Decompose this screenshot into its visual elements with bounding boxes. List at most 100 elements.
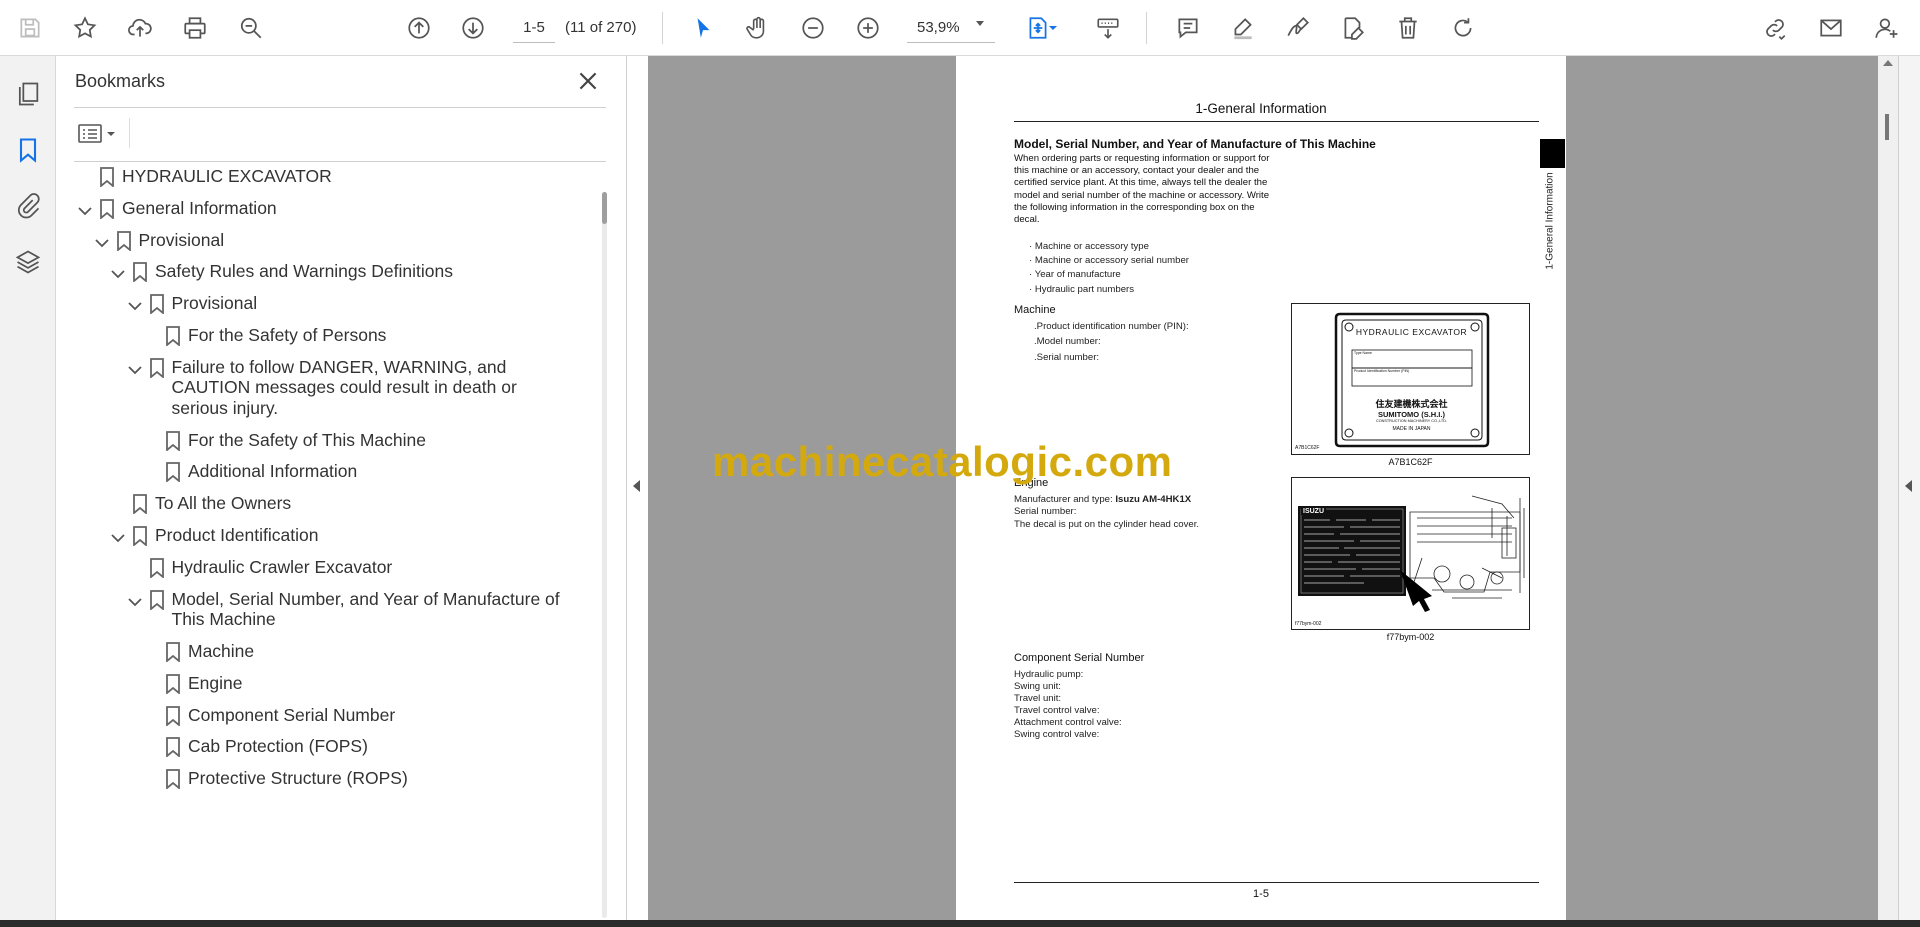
zoom-out-icon[interactable] bbox=[795, 10, 831, 46]
scroll-mode-icon[interactable] bbox=[1090, 10, 1126, 46]
page-up-icon[interactable] bbox=[401, 10, 437, 46]
bookmark-options-button[interactable] bbox=[75, 120, 123, 148]
component-line: Travel unit: bbox=[1014, 693, 1062, 704]
bookmark-icon bbox=[165, 673, 181, 695]
highlight-icon[interactable] bbox=[1225, 10, 1261, 46]
toolbar-separator bbox=[1146, 12, 1147, 44]
bookmark-icon bbox=[149, 589, 165, 611]
bookmark-icon[interactable] bbox=[12, 134, 44, 166]
navigation-rail bbox=[0, 56, 56, 927]
bookmark-label: Cab Protection (FOPS) bbox=[188, 736, 368, 757]
machine-line: .Model number: bbox=[1034, 336, 1101, 347]
component-line: Hydraulic pump: bbox=[1014, 669, 1084, 680]
share-link-icon[interactable] bbox=[1757, 10, 1793, 46]
component-line: Swing control valve: bbox=[1014, 729, 1100, 740]
bookmark-label: For the Safety of Persons bbox=[188, 325, 387, 345]
page-count: (11 of 270) bbox=[565, 19, 637, 36]
bookmark-icon bbox=[99, 167, 115, 188]
engine-illustration bbox=[1298, 495, 1525, 612]
page-number-input[interactable] bbox=[513, 13, 555, 43]
panel-title: Bookmarks bbox=[75, 71, 166, 91]
page-header: 1-General Information bbox=[1195, 101, 1327, 116]
edit-pdf-icon[interactable] bbox=[1335, 10, 1371, 46]
bookmark-icon bbox=[132, 526, 148, 547]
bookmark-label: Protective Structure (ROPS) bbox=[188, 768, 408, 789]
layers-icon[interactable] bbox=[12, 246, 44, 278]
zoom-search-icon[interactable] bbox=[233, 10, 269, 46]
machine-line: .Serial number: bbox=[1034, 352, 1100, 363]
bullet-item: · Machine or accessory serial number bbox=[1029, 255, 1189, 266]
plate-maker-jp: 住友建機株式会社 bbox=[1375, 399, 1448, 409]
engine-manufacturer-line: Manufacturer and type: Isuzu AM-4HK1X bbox=[1014, 494, 1191, 505]
star-icon[interactable] bbox=[67, 10, 103, 46]
bullet-text: Machine or accessory type bbox=[1034, 241, 1149, 252]
document-scrollbar-thumb[interactable] bbox=[1885, 114, 1889, 140]
intro-paragraph: When ordering parts or requesting inform… bbox=[1014, 153, 1270, 226]
save-icon[interactable] bbox=[12, 10, 48, 46]
chevron-down-icon[interactable] bbox=[110, 264, 126, 279]
chevron-down-icon[interactable] bbox=[127, 360, 143, 375]
collapse-panel-icon[interactable] bbox=[633, 480, 640, 492]
footer-rule bbox=[1014, 882, 1539, 883]
bullet-item: · Machine or accessory type bbox=[1029, 241, 1149, 252]
sign-icon[interactable] bbox=[1280, 10, 1316, 46]
rotate-icon[interactable] bbox=[1445, 10, 1481, 46]
comment-icon[interactable] bbox=[1170, 10, 1206, 46]
zoom-select[interactable]: 53,9% bbox=[907, 13, 995, 43]
plate-maker: SUMITOMO (S.H.I.) bbox=[1378, 410, 1445, 419]
document-viewport[interactable]: 1-General Information 1-General Informat… bbox=[648, 56, 1878, 920]
zoom-value: 53,9% bbox=[917, 19, 960, 36]
bookmark-label: Additional Information bbox=[188, 461, 358, 482]
chevron-down-icon[interactable] bbox=[1045, 10, 1061, 46]
bookmark-icon bbox=[165, 462, 181, 484]
bookmark-label: Failure to follow DANGER, WARNING, and C… bbox=[171, 356, 517, 418]
plate-origin: MADE IN JAPAN bbox=[1392, 426, 1431, 432]
bookmark-scrollbar-thumb[interactable] bbox=[602, 192, 607, 224]
chevron-down-icon[interactable] bbox=[77, 201, 93, 216]
bookmark-label: Safety Rules and Warnings Definitions bbox=[155, 261, 453, 282]
engine-decal-line: The decal is put on the cylinder head co… bbox=[1014, 519, 1200, 530]
nameplate-figure: HYDRAULIC EXCAVATOR Type Name Product Id… bbox=[1291, 303, 1530, 455]
divider bbox=[74, 161, 606, 162]
bookmark-icon bbox=[132, 262, 148, 284]
print-icon[interactable] bbox=[177, 10, 213, 46]
bookmark-icon bbox=[165, 641, 181, 663]
document-scrollbar[interactable] bbox=[1878, 56, 1898, 920]
bookmark-label: Hydraulic Crawler Excavator bbox=[171, 556, 393, 577]
engine-decal-figure: ISUZU f77bym-002 bbox=[1291, 477, 1530, 630]
bookmark-icon bbox=[149, 294, 165, 316]
account-icon[interactable] bbox=[1868, 10, 1904, 46]
bookmark-icon bbox=[165, 737, 181, 759]
side-tab-label: 1-General Information bbox=[1542, 171, 1558, 271]
component-line: Attachment control valve: bbox=[1014, 717, 1122, 728]
pages-icon[interactable] bbox=[12, 78, 44, 110]
bookmark-icon bbox=[165, 769, 181, 791]
chevron-down-icon[interactable] bbox=[127, 592, 143, 606]
bookmark-icon bbox=[149, 557, 165, 579]
plate-row-label: Product Identification Number (PIN) bbox=[1354, 369, 1410, 373]
close-icon[interactable] bbox=[575, 68, 601, 94]
bookmark-label: Component Serial Number bbox=[188, 704, 396, 725]
delete-icon[interactable] bbox=[1390, 10, 1426, 46]
chevron-down-icon[interactable] bbox=[976, 21, 984, 26]
upload-icon[interactable] bbox=[122, 10, 158, 46]
chevron-down-icon[interactable] bbox=[94, 233, 110, 247]
bookmark-scrollbar[interactable] bbox=[602, 192, 607, 918]
bookmark-icon bbox=[149, 357, 165, 379]
bookmark-label: To All the Owners bbox=[155, 493, 292, 514]
bookmark-label: Product Identification bbox=[155, 525, 319, 545]
machine-heading: Machine bbox=[1014, 304, 1056, 316]
zoom-in-icon[interactable] bbox=[850, 10, 886, 46]
scroll-up-icon[interactable] bbox=[1883, 60, 1893, 66]
hand-icon[interactable] bbox=[740, 10, 776, 46]
select-arrow-icon[interactable] bbox=[685, 10, 721, 46]
attachment-icon[interactable] bbox=[12, 190, 44, 222]
chevron-down-icon[interactable] bbox=[127, 296, 143, 311]
taskbar-edge bbox=[0, 920, 1920, 927]
figure-code: A7B1C62F bbox=[1295, 445, 1320, 451]
expand-right-pane-icon[interactable] bbox=[1905, 480, 1912, 492]
engine-manufacturer-label: Manufacturer and type: bbox=[1014, 494, 1116, 505]
email-icon[interactable] bbox=[1813, 10, 1849, 46]
chevron-down-icon[interactable] bbox=[110, 528, 126, 543]
page-down-icon[interactable] bbox=[455, 10, 491, 46]
